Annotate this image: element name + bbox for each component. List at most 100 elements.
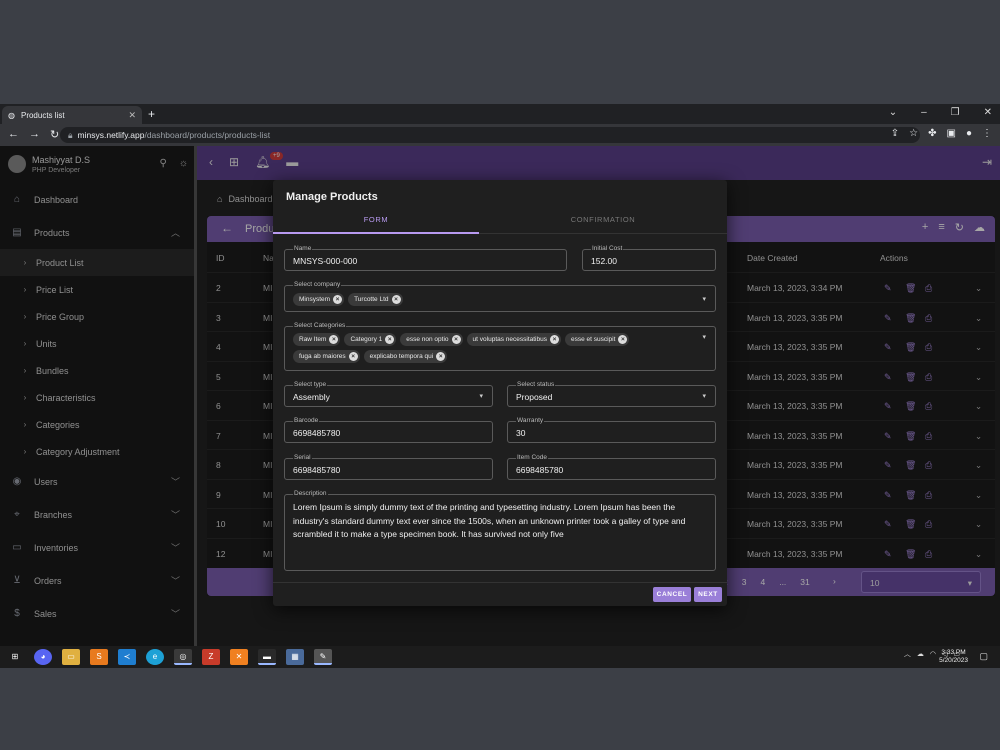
chip-label: fuga ab maiores <box>299 353 346 360</box>
tab-indicator <box>273 232 479 234</box>
chevron-up-icon[interactable]: ︿ <box>904 649 911 659</box>
next-button[interactable]: NEXT <box>694 587 722 602</box>
remove-chip-icon[interactable]: × <box>549 335 559 344</box>
remove-chip-icon[interactable]: × <box>348 352 358 361</box>
terminal-icon[interactable]: ▬ <box>258 649 276 665</box>
chip-label: Minsystem <box>299 296 331 303</box>
chip: esse non optio × <box>400 333 463 346</box>
barcode-field[interactable]: Barcode 6698485780 <box>284 417 493 443</box>
caret-down-icon: ▾ <box>479 393 483 400</box>
tab-confirmation[interactable]: CONFIRMATION <box>499 215 707 224</box>
status-select[interactable]: Select status Proposed ▾ <box>507 381 716 407</box>
chip-label: explicabo tempora qui <box>369 353 434 360</box>
description-field[interactable]: Description Lorem Ipsum is simply dummy … <box>284 490 716 571</box>
name-field[interactable]: Name MNSYS-000-000 <box>284 245 567 271</box>
back-icon[interactable]: ← <box>8 128 19 141</box>
remove-chip-icon[interactable]: × <box>451 335 461 344</box>
share-icon[interactable]: ⇪ <box>891 128 899 139</box>
company-select[interactable]: Select company Minsystem × Turcotte Ltd × ▾ <box>284 281 716 312</box>
remove-chip-icon[interactable]: × <box>436 352 446 361</box>
cloud-icon[interactable]: ☁ <box>917 650 924 658</box>
dropdown-icon[interactable]: ⌄ <box>889 107 897 118</box>
chip-label: Turcotte Ltd <box>354 296 389 303</box>
chip: Turcotte Ltd × <box>348 293 403 306</box>
calculator-icon[interactable]: ▦ <box>286 649 304 665</box>
type-select[interactable]: Select type Assembly ▾ <box>284 381 493 407</box>
dialog-footer-divider <box>273 582 727 583</box>
reload-icon[interactable]: ↻ <box>50 128 59 141</box>
chip: Raw Item × <box>293 333 341 346</box>
screen: ◍ Products list ✕ + ⌄ – ❐ ✕ ← → ↻ 🔒︎ min… <box>0 104 1000 668</box>
item-code-input[interactable]: 6698485780 <box>516 465 563 475</box>
remove-chip-icon[interactable]: × <box>618 335 628 344</box>
sidepanel-icon[interactable]: ▣ <box>947 128 956 139</box>
chip-label: ut voluptas necessitatibus <box>472 336 547 343</box>
file-explorer-icon[interactable]: ▭ <box>62 649 80 665</box>
item-code-field[interactable]: Item Code 6698485780 <box>507 454 716 480</box>
dialog-title: Manage Products <box>286 191 378 203</box>
caret-down-icon: ▾ <box>702 296 706 303</box>
browser-toolbar: ← → ↻ 🔒︎ minsys.netlify.app/dashboard/pr… <box>0 124 1000 146</box>
manage-products-dialog: Manage Products FORM CONFIRMATION Name M… <box>273 180 727 606</box>
warranty-input[interactable]: 30 <box>516 428 525 438</box>
windows-start-icon[interactable]: ⊞ <box>6 649 24 665</box>
taskbar-date: 5/20/2023 <box>939 657 968 664</box>
forward-icon[interactable]: → <box>29 128 40 141</box>
window-controls: ⌄ – ❐ ✕ <box>889 107 992 118</box>
barcode-input[interactable]: 6698485780 <box>293 428 340 438</box>
minimize-icon[interactable]: – <box>921 107 927 118</box>
star-icon[interactable]: ☆ <box>909 128 918 139</box>
warranty-field[interactable]: Warranty 30 <box>507 417 716 443</box>
caret-down-icon: ▾ <box>702 393 706 400</box>
taskbar-clock[interactable]: 3:33 PM 5/20/2023 <box>939 649 968 665</box>
chip: explicabo tempora qui × <box>363 350 448 363</box>
profile-icon[interactable]: ● <box>966 128 972 139</box>
xampp-icon[interactable]: ✕ <box>230 649 248 665</box>
tab-form[interactable]: FORM <box>273 215 479 224</box>
maximize-icon[interactable]: ❐ <box>951 107 960 118</box>
new-tab-button[interactable]: + <box>148 107 155 121</box>
categories-select[interactable]: Select Categories Raw Item × Category 1 × es… <box>284 322 716 371</box>
nav-buttons: ← → ↻ <box>8 128 59 141</box>
browser-tab[interactable]: ◍ Products list ✕ <box>2 106 142 124</box>
name-input[interactable]: MNSYS-000-000 <box>293 256 357 266</box>
sublime-icon[interactable]: S <box>90 649 108 665</box>
chip-label: esse et suscipit <box>570 336 616 343</box>
discord-icon[interactable]: ◕ <box>34 649 52 665</box>
taskbar-apps: ⊞ ◕ ▭ S ≺ e ◎ Z ✕ ▬ ▦ ✎ <box>6 649 332 665</box>
remove-chip-icon[interactable]: × <box>329 335 339 344</box>
serial-field[interactable]: Serial 6698485780 <box>284 454 493 480</box>
taskbar-time: 3:33 PM <box>941 649 966 656</box>
chip-label: Raw Item <box>299 336 327 343</box>
description-textarea[interactable]: Lorem Ipsum is simply dummy text of the … <box>293 501 695 542</box>
company-chips: Minsystem × Turcotte Ltd × <box>293 293 693 306</box>
remove-chip-icon[interactable]: × <box>385 335 395 344</box>
remove-chip-icon[interactable]: × <box>333 295 343 304</box>
browser-toolbar-icons: ⇪ ☆ ✤ ▣ ● ⋮ <box>891 128 992 139</box>
wifi-icon[interactable]: ◠ <box>930 650 936 658</box>
extensions-icon[interactable]: ✤ <box>928 128 936 139</box>
remove-chip-icon[interactable]: × <box>391 295 401 304</box>
notification-center-icon[interactable]: ▢ <box>979 651 988 662</box>
kebab-menu-icon[interactable]: ⋮ <box>982 128 992 139</box>
filezilla-icon[interactable]: Z <box>202 649 220 665</box>
close-window-icon[interactable]: ✕ <box>984 107 992 118</box>
initial-cost-input[interactable]: 152.00 <box>591 256 617 266</box>
close-tab-icon[interactable]: ✕ <box>128 110 136 121</box>
vscode-icon[interactable]: ≺ <box>118 649 136 665</box>
browser-tabstrip: ◍ Products list ✕ + ⌄ – ❐ ✕ <box>0 104 1000 124</box>
chip-label: Category 1 <box>350 336 383 343</box>
globe-icon: ◍ <box>8 110 15 120</box>
address-bar[interactable]: 🔒︎ minsys.netlify.app/dashboard/products… <box>60 127 920 143</box>
cancel-button[interactable]: CANCEL <box>653 587 691 602</box>
serial-input[interactable]: 6698485780 <box>293 465 340 475</box>
paint-icon[interactable]: ✎ <box>314 649 332 665</box>
chip-label: esse non optio <box>406 336 449 343</box>
chip: Category 1 × <box>344 333 397 346</box>
os-taskbar: ⊞ ◕ ▭ S ≺ e ◎ Z ✕ ▬ ▦ ✎ ︿ ☁ ◠ ◁ ▭ 3:33 P… <box>0 646 1000 668</box>
lock-icon: 🔒︎ <box>68 129 73 140</box>
chrome-icon[interactable]: ◎ <box>174 649 192 665</box>
initial-cost-field[interactable]: Initial Cost 152.00 <box>582 245 716 271</box>
edge-icon[interactable]: e <box>146 649 164 665</box>
tab-title: Products list <box>20 110 65 120</box>
